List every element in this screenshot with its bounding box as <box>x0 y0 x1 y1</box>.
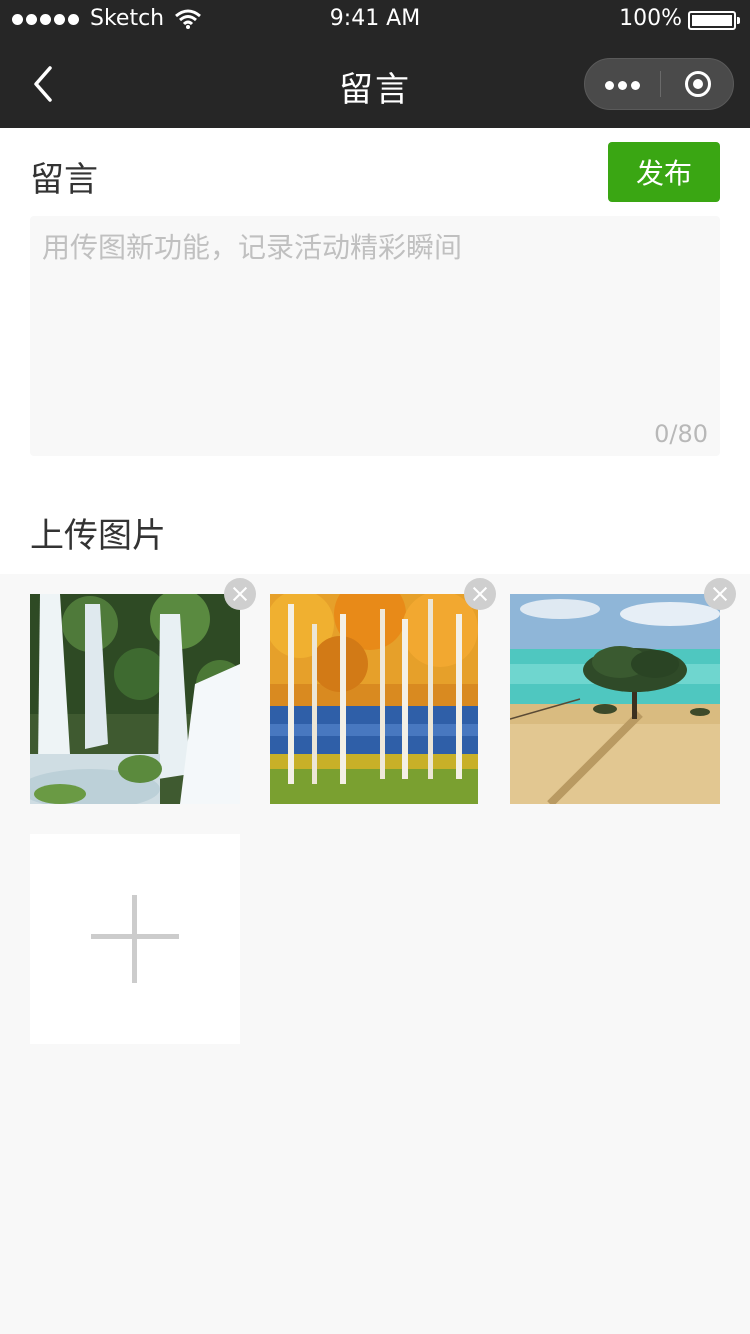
delete-image-2-icon[interactable] <box>464 578 496 610</box>
battery-icon <box>688 11 740 30</box>
image-gallery <box>0 574 750 1334</box>
char-counter: 0/80 <box>654 420 708 448</box>
more-dots-icon[interactable] <box>585 59 660 109</box>
battery-percent: 100% <box>619 6 682 31</box>
uploaded-image-tree-grassland[interactable] <box>510 594 720 804</box>
message-input-box: 0/80 <box>30 216 720 456</box>
delete-image-1-icon[interactable] <box>224 578 256 610</box>
publish-button[interactable]: 发布 <box>608 142 720 202</box>
uploaded-image-autumn-forest[interactable] <box>270 594 478 804</box>
nav-bar: 留言 <box>0 40 750 128</box>
close-target-icon[interactable] <box>661 59 735 109</box>
message-label: 留言 <box>30 160 98 200</box>
upload-label: 上传图片 <box>30 516 166 556</box>
delete-image-3-icon[interactable] <box>704 578 736 610</box>
add-image-button[interactable] <box>30 834 240 1044</box>
status-bar: Sketch 9:41 AM 100% <box>0 0 750 40</box>
mini-program-capsule <box>584 58 734 110</box>
top-bar: Sketch 9:41 AM 100% 留言 <box>0 0 750 128</box>
message-textarea[interactable] <box>30 216 720 456</box>
message-form: 留言 发布 0/80 上传图片 <box>0 128 750 574</box>
uploaded-image-waterfall[interactable] <box>30 594 240 804</box>
